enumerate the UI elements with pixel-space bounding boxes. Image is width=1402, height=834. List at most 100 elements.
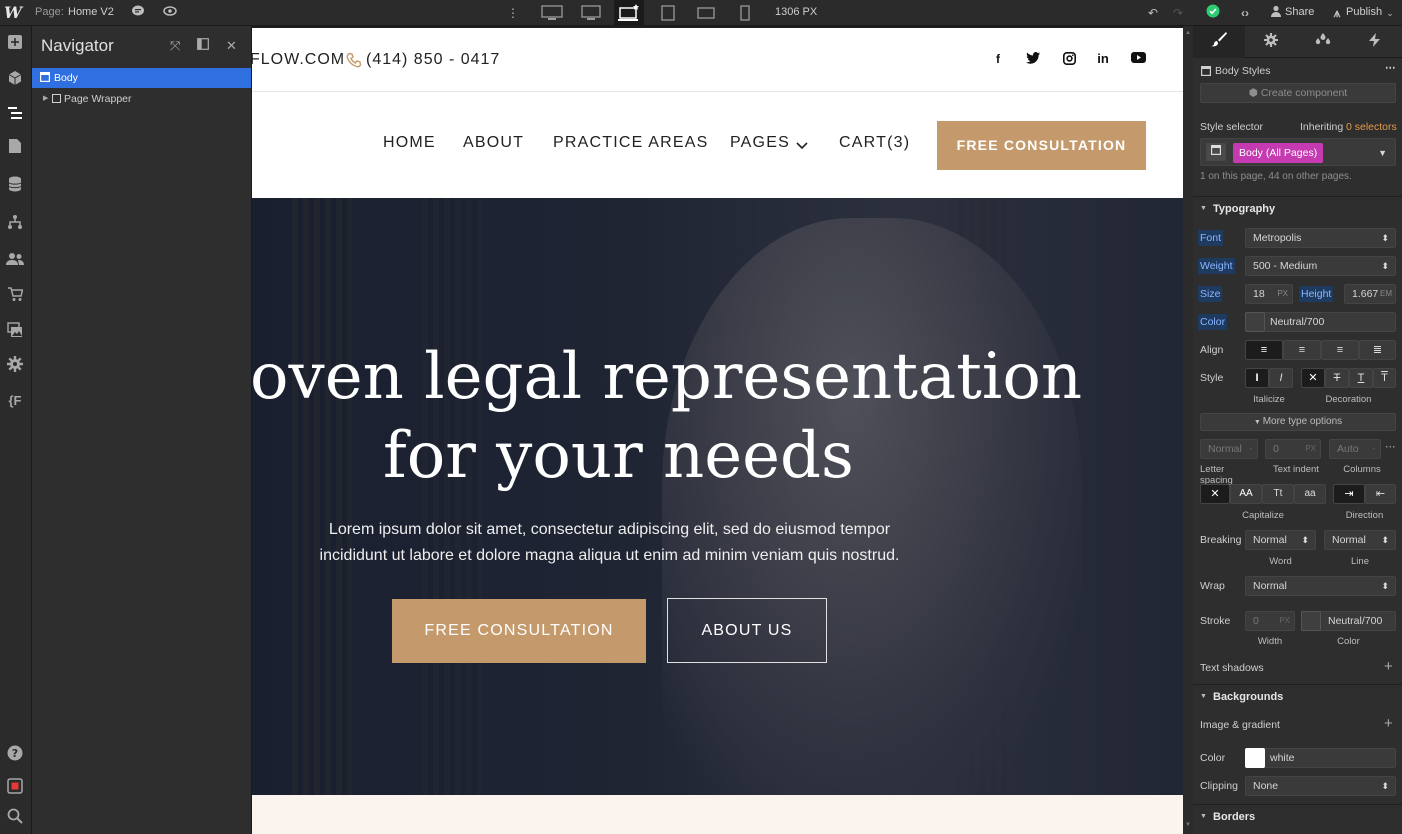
selector-type-icon[interactable]: [1206, 143, 1226, 161]
breakpoint-mobile-landscape-icon[interactable]: [691, 0, 721, 26]
color-swatch[interactable]: [1301, 611, 1321, 631]
canvas-scrollbar[interactable]: ▲ ▼: [1183, 26, 1193, 834]
undo-icon[interactable]: ↶: [1144, 4, 1162, 22]
breakpoint-tablet-icon[interactable]: [653, 0, 683, 26]
inheriting-count-link[interactable]: 0 selectors: [1346, 121, 1397, 133]
selector-dropdown-icon[interactable]: ▼: [1378, 144, 1387, 162]
word-break-select[interactable]: Normal ⬍: [1245, 530, 1316, 550]
stroke-width-input[interactable]: 0 PX: [1245, 611, 1295, 631]
more-type-options-button[interactable]: ▼ More type options: [1200, 413, 1396, 431]
navigator-item-body[interactable]: Body: [32, 68, 251, 88]
align-center-icon[interactable]: ≡: [1283, 340, 1321, 360]
tab-settings-gear-icon[interactable]: [1245, 26, 1297, 58]
font-select[interactable]: Metropolis ⬍: [1245, 228, 1396, 248]
breakpoint-desktop-large-icon[interactable]: [576, 0, 606, 26]
align-justify-icon[interactable]: ≣: [1359, 340, 1396, 360]
text-indent-input[interactable]: 0 PX: [1265, 439, 1321, 459]
page-name[interactable]: Home V2: [68, 6, 114, 18]
uppercase-option[interactable]: AA: [1230, 484, 1262, 504]
hero-about-us-button[interactable]: ABOUT US: [667, 598, 827, 663]
letter-spacing-input[interactable]: Normal -: [1200, 439, 1258, 459]
tab-interactions-bolt-icon[interactable]: [1349, 26, 1401, 58]
nav-link-home[interactable]: HOME: [383, 134, 436, 152]
components-cube-icon[interactable]: [4, 70, 26, 92]
tab-style-brush-icon[interactable]: [1193, 26, 1245, 58]
site-phone[interactable]: (414) 850 - 0417: [366, 51, 500, 69]
add-background-icon[interactable]: +: [1384, 715, 1393, 732]
publish-chevron-icon[interactable]: ⌄: [1381, 4, 1399, 22]
more-vertical-icon[interactable]: ⋮: [504, 4, 522, 22]
decoration-none-icon[interactable]: ✕: [1301, 368, 1325, 388]
navigator-item-page-wrapper[interactable]: ▶ Page Wrapper: [32, 90, 251, 108]
bg-color-field[interactable]: white: [1245, 748, 1396, 768]
twitter-icon[interactable]: [1026, 52, 1040, 66]
titlecase-option[interactable]: Tt: [1262, 484, 1294, 504]
navigator-icon[interactable]: [4, 104, 26, 126]
lowercase-option[interactable]: aa: [1294, 484, 1326, 504]
scroll-up-icon[interactable]: ▲: [1185, 30, 1191, 36]
brand-logo-fragment[interactable]: ⁞: [252, 131, 253, 152]
publish-button[interactable]: Publish: [1346, 6, 1382, 18]
collapse-all-icon[interactable]: ⤧: [170, 38, 180, 54]
nav-link-practice-areas[interactable]: PRACTICE AREAS: [553, 134, 709, 152]
add-text-shadow-icon[interactable]: +: [1384, 658, 1393, 675]
italic-off-icon[interactable]: I: [1245, 368, 1269, 388]
underline-icon[interactable]: T: [1349, 368, 1373, 388]
comments-icon[interactable]: [129, 4, 147, 22]
close-panel-icon[interactable]: ✕: [226, 38, 237, 54]
columns-input[interactable]: Auto -: [1329, 439, 1381, 459]
line-height-unit[interactable]: EM: [1380, 285, 1392, 303]
code-export-icon[interactable]: ‹›: [1236, 4, 1254, 22]
users-icon[interactable]: [4, 250, 26, 272]
clipping-select[interactable]: None ⬍: [1245, 776, 1396, 796]
breakpoint-mobile-portrait-icon[interactable]: [730, 0, 760, 26]
wrap-select[interactable]: Normal ⬍: [1245, 576, 1396, 596]
status-check-icon[interactable]: [1204, 4, 1222, 22]
selector-tag[interactable]: Body (All Pages): [1233, 143, 1324, 163]
nav-link-pages[interactable]: PAGES: [730, 134, 790, 152]
breakpoint-desktop-xl-icon[interactable]: [537, 0, 567, 26]
align-left-icon[interactable]: ≡: [1245, 340, 1283, 360]
search-icon[interactable]: [4, 808, 26, 830]
scroll-down-icon[interactable]: ▼: [1185, 822, 1191, 828]
pages-icon[interactable]: [4, 138, 26, 160]
variables-icon[interactable]: {F: [4, 390, 26, 412]
breakpoint-desktop-base-icon[interactable]: [614, 0, 644, 26]
color-swatch[interactable]: [1245, 312, 1265, 332]
typography-section-header[interactable]: ▼ Typography: [1193, 196, 1402, 220]
overline-icon[interactable]: T: [1373, 368, 1396, 388]
logic-flow-icon[interactable]: [4, 214, 26, 236]
weight-select[interactable]: 500 - Medium ⬍: [1245, 256, 1396, 276]
stroke-unit[interactable]: PX: [1279, 612, 1290, 630]
help-icon[interactable]: ?: [4, 745, 26, 767]
create-component-button[interactable]: ⬢ Create component: [1200, 83, 1396, 103]
chevron-down-icon[interactable]: [796, 139, 808, 153]
add-element-icon[interactable]: [4, 34, 26, 56]
columns-more-icon[interactable]: ⋯: [1385, 441, 1396, 453]
instagram-icon[interactable]: [1062, 52, 1076, 66]
youtube-icon[interactable]: [1131, 52, 1146, 66]
share-user-icon[interactable]: [1267, 4, 1285, 22]
ecommerce-cart-icon[interactable]: [4, 286, 26, 308]
webflow-logo[interactable]: W: [4, 3, 26, 23]
text-indent-unit[interactable]: PX: [1305, 440, 1316, 458]
nav-link-cart[interactable]: CART(3): [839, 134, 910, 152]
preview-eye-icon[interactable]: [161, 4, 179, 22]
style-selector-field[interactable]: Body (All Pages) ▼: [1200, 138, 1396, 166]
cms-database-icon[interactable]: [4, 176, 26, 198]
hero-free-consultation-button[interactable]: FREE CONSULTATION: [392, 599, 646, 663]
expand-caret-icon[interactable]: ▶: [43, 90, 48, 108]
align-right-icon[interactable]: ≡: [1321, 340, 1359, 360]
design-canvas[interactable]: FLOW.COM (414) 850 - 0417 f in ⁞ HOME AB…: [252, 28, 1183, 834]
share-button[interactable]: Share: [1285, 6, 1314, 18]
line-break-select[interactable]: Normal ⬍: [1324, 530, 1396, 550]
size-input[interactable]: 18 PX: [1245, 284, 1293, 304]
direction-ltr-icon[interactable]: ⇥: [1333, 484, 1365, 504]
facebook-icon[interactable]: f: [991, 52, 1005, 66]
line-height-input[interactable]: 1.667 EM: [1344, 284, 1396, 304]
stroke-color-field[interactable]: Neutral/700: [1301, 611, 1396, 631]
settings-gear-icon[interactable]: [4, 356, 26, 378]
record-icon[interactable]: [4, 778, 26, 800]
capitalize-none-icon[interactable]: ✕: [1200, 484, 1230, 504]
color-swatch[interactable]: [1245, 748, 1265, 768]
